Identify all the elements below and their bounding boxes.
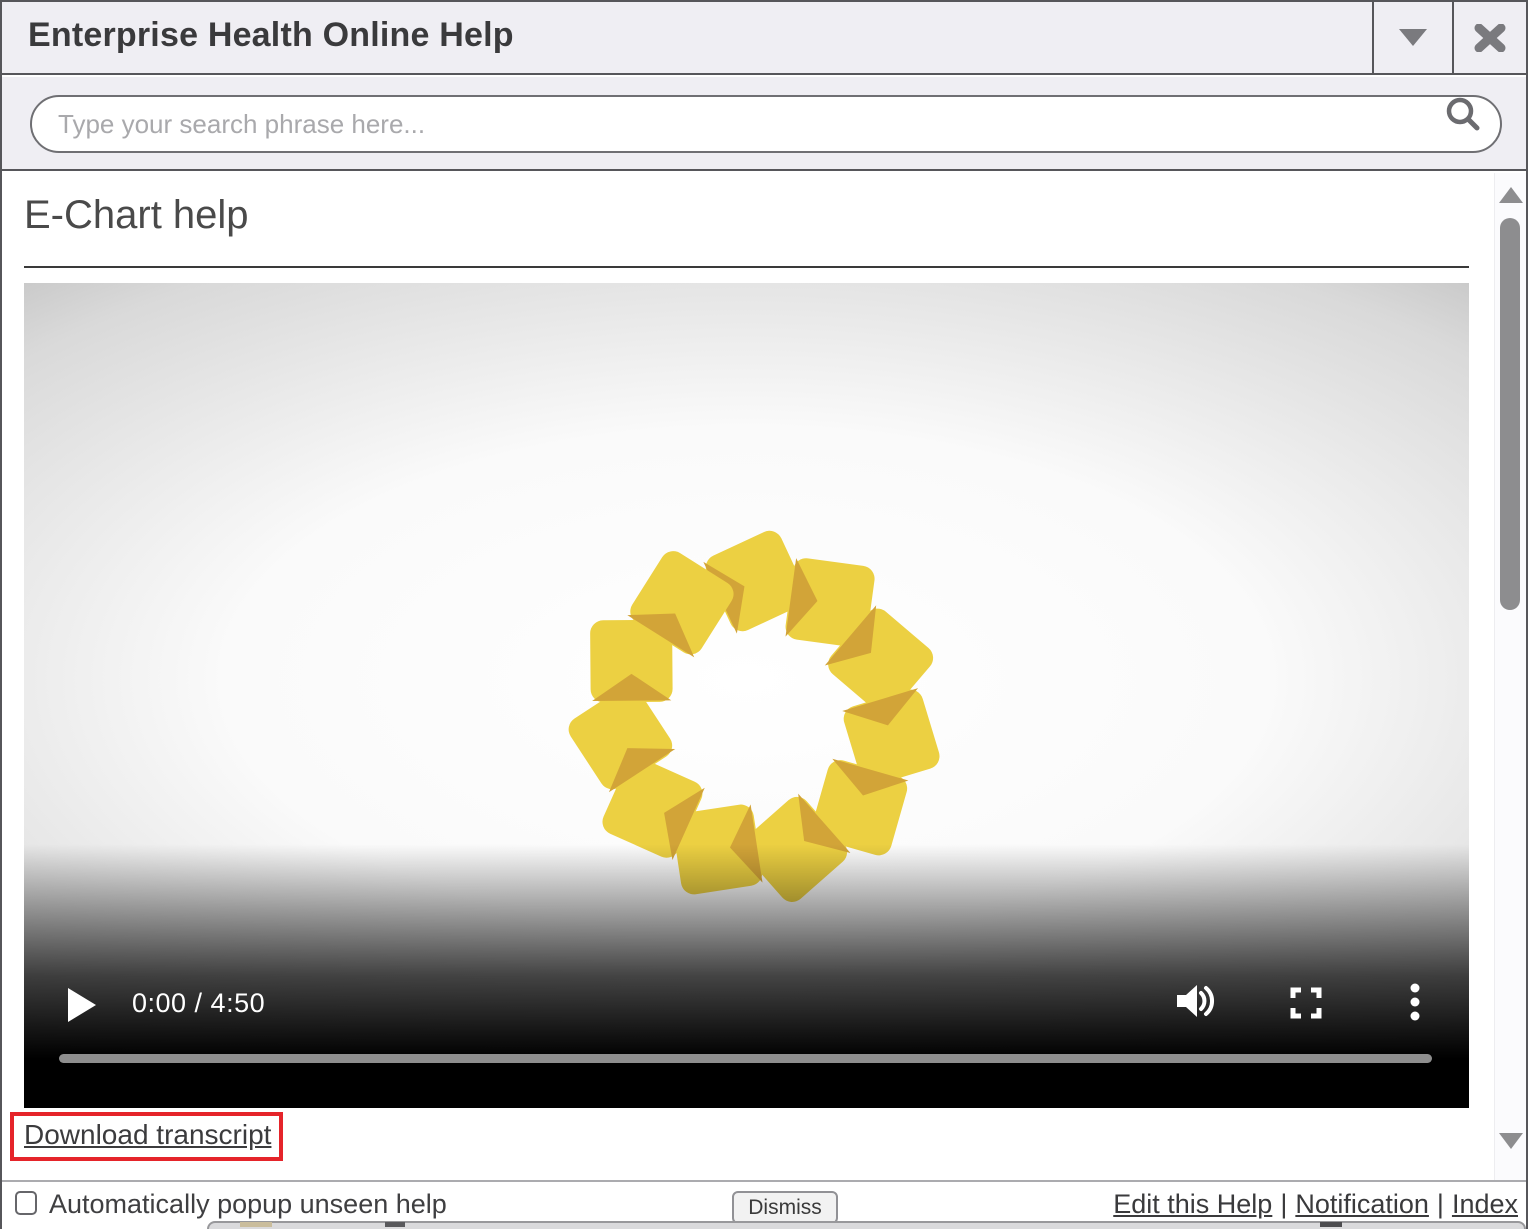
red-highlight-annotation: Download transcript (10, 1112, 283, 1161)
video-player[interactable]: 0:00 / 4:50 (24, 283, 1469, 1108)
auto-popup-label: Automatically popup unseen help (49, 1189, 447, 1220)
play-icon[interactable] (68, 988, 96, 1022)
heading-divider (24, 266, 1469, 268)
minimize-button[interactable] (1372, 2, 1452, 73)
help-content: E-Chart help 0:00 / 4:50 (2, 173, 1526, 1182)
close-icon (1474, 24, 1506, 52)
kebab-menu-icon[interactable] (1409, 983, 1421, 1021)
dismiss-button[interactable]: Dismiss (732, 1191, 838, 1224)
download-transcript-link[interactable]: Download transcript (24, 1119, 271, 1150)
vertical-scrollbar[interactable] (1494, 173, 1526, 1182)
scroll-up-icon[interactable] (1499, 187, 1523, 203)
video-time-display: 0:00 / 4:50 (132, 988, 265, 1019)
footer-links: Edit this Help|Notification|Index (1113, 1189, 1518, 1220)
chevron-down-icon (1399, 29, 1427, 46)
scrollbar-thumb[interactable] (1500, 218, 1520, 610)
cutoff-fragment (240, 1222, 272, 1227)
volume-icon[interactable] (1176, 984, 1216, 1018)
cutoff-fragment (385, 1222, 405, 1227)
index-link[interactable]: Index (1452, 1189, 1518, 1219)
link-separator: | (1272, 1189, 1295, 1219)
help-dialog-window: Enterprise Health Online Help E-Chart he… (0, 0, 1528, 1229)
edit-this-help-link[interactable]: Edit this Help (1113, 1189, 1272, 1219)
notification-link[interactable]: Notification (1295, 1189, 1429, 1219)
spinner-logo (561, 523, 951, 913)
auto-popup-checkbox[interactable] (15, 1191, 37, 1215)
page-title: E-Chart help (24, 193, 249, 238)
link-separator: | (1429, 1189, 1452, 1219)
footer-bar: Automatically popup unseen help Dismiss … (2, 1180, 1526, 1229)
search-icon[interactable] (1442, 94, 1484, 136)
close-button[interactable] (1452, 2, 1526, 73)
video-progress-bar[interactable] (59, 1054, 1432, 1063)
titlebar: Enterprise Health Online Help (2, 2, 1526, 75)
cutoff-fragment (1320, 1222, 1342, 1227)
scroll-down-icon[interactable] (1499, 1133, 1523, 1149)
fullscreen-icon[interactable] (1290, 987, 1322, 1019)
search-bar (2, 77, 1526, 171)
window-title: Enterprise Health Online Help (28, 16, 514, 55)
search-input[interactable] (30, 95, 1502, 153)
